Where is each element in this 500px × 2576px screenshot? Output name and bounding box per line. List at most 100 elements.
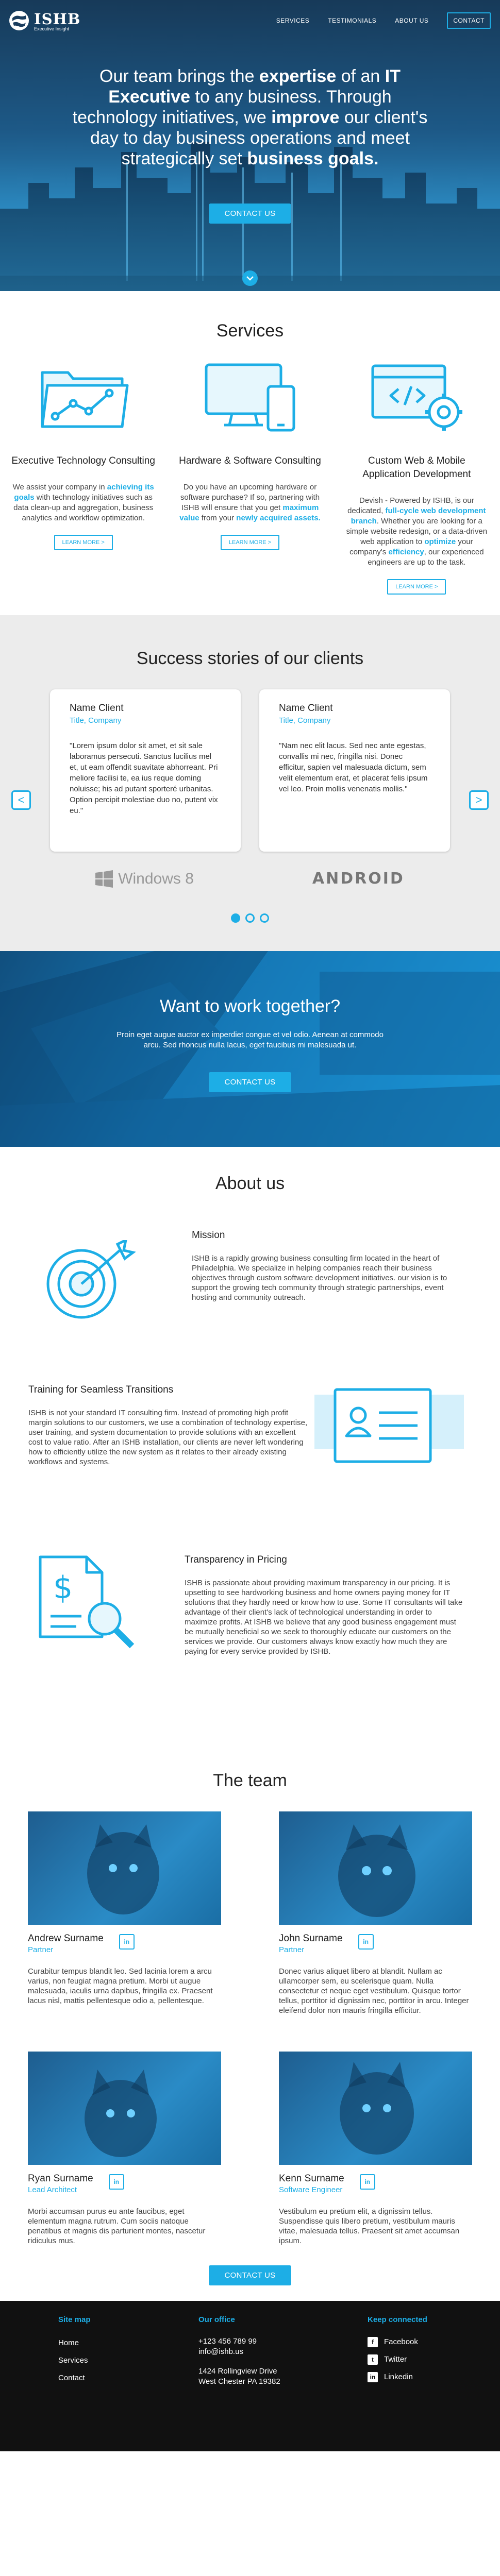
devices-icon bbox=[178, 361, 322, 433]
footer-link-services[interactable]: Services bbox=[58, 2352, 91, 2369]
social-heading: Keep connected bbox=[368, 2315, 427, 2324]
footer-office: Our office +123 456 789 99 info@ishb.us … bbox=[198, 2315, 280, 2387]
client-name: Name Client bbox=[70, 703, 124, 714]
work-together-heading: Want to work together? bbox=[159, 996, 341, 1016]
twitter-link[interactable]: t Twitter bbox=[368, 2351, 427, 2368]
linkedin-icon[interactable]: in bbox=[359, 2174, 375, 2190]
linkedin-link[interactable]: in Linkedin bbox=[368, 2368, 427, 2386]
service-card-hardware: Hardware & Software Consulting Do you ha… bbox=[166, 361, 333, 595]
service-title: Hardware & Software Consulting bbox=[179, 455, 321, 466]
linkedin-icon[interactable]: in bbox=[358, 1934, 374, 1950]
carousel-dot[interactable] bbox=[260, 913, 269, 923]
testimonial-card: Name Client Title, Company "Nam nec elit… bbox=[259, 689, 450, 852]
office-address-line: West Chester PA 19382 bbox=[198, 2377, 280, 2386]
windows-logo-text: Windows 8 bbox=[118, 870, 194, 887]
nav-about-link[interactable]: ABOUT US bbox=[395, 17, 428, 24]
footer-sitemap: Site map Home Services Contact bbox=[58, 2315, 91, 2387]
carousel-prev-button[interactable]: < bbox=[11, 790, 31, 810]
member-bio: Morbi accumsan purus eu ante faucibus, e… bbox=[28, 2207, 206, 2245]
document-dollar-search-icon: $ bbox=[35, 1554, 138, 1655]
text-segment: Our team brings the bbox=[99, 66, 259, 86]
service-card-webdev: Custom Web & Mobile Application Developm… bbox=[334, 361, 500, 595]
service-description: We assist your company in achieving its … bbox=[11, 482, 155, 523]
nav-testimonials-link[interactable]: TESTIMONIALS bbox=[328, 17, 376, 24]
text-segment: of an bbox=[336, 66, 385, 86]
member-photo bbox=[28, 2052, 221, 2165]
team-heading: The team bbox=[213, 1771, 287, 1790]
carousel-dot[interactable] bbox=[245, 913, 255, 923]
member-name: Ryan Surname bbox=[28, 2173, 93, 2184]
work-together-section: Want to work together? Proin eget augue … bbox=[0, 951, 500, 1147]
hero-emphasis: expertise bbox=[259, 66, 337, 86]
services-section: Services Executive Technology Consulting… bbox=[0, 291, 500, 615]
linkedin-footer-icon: in bbox=[368, 2372, 378, 2382]
svg-text:$: $ bbox=[53, 1570, 73, 1606]
text-segment: from your bbox=[199, 514, 237, 522]
main-menu: SERVICES TESTIMONIALS ABOUT US CONTACT bbox=[276, 12, 491, 29]
office-heading: Our office bbox=[198, 2315, 235, 2324]
member-photo bbox=[279, 2052, 472, 2165]
carousel-next-button[interactable]: > bbox=[469, 790, 489, 810]
service-description: Devish - Powered by ISHB, is our dedicat… bbox=[345, 496, 489, 568]
team-member-card: Andrew Surname Partner in Curabitur temp… bbox=[28, 1811, 221, 2015]
member-role: Partner bbox=[279, 1945, 305, 1954]
office-address-line: 1424 Rollingview Drive bbox=[198, 2367, 277, 2376]
service-highlight: newly acquired assets. bbox=[236, 514, 321, 522]
service-title: Custom Web & Mobile Application Developm… bbox=[362, 455, 471, 480]
member-bio: Curabitur tempus blandit leo. Sed lacini… bbox=[28, 1967, 213, 2005]
learn-more-button[interactable]: LEARN MORE > bbox=[220, 535, 280, 550]
about-text: ISHB is passionate about providing maxim… bbox=[185, 1579, 463, 1656]
work-together-contact-button[interactable]: CONTACT US bbox=[209, 1072, 291, 1092]
services-heading: Services bbox=[216, 321, 284, 341]
about-heading: About us bbox=[215, 1174, 285, 1193]
member-photo bbox=[28, 1811, 221, 1925]
service-highlight: optimize bbox=[424, 537, 456, 546]
team-member-card: John Surname Partner in Donec varius ali… bbox=[279, 1811, 472, 2015]
presentation-board-icon bbox=[314, 1384, 464, 1475]
office-email[interactable]: info@ishb.us bbox=[198, 2347, 280, 2357]
about-training-row: Training for Seamless Transitions ISHB i… bbox=[0, 1384, 500, 1554]
facebook-icon: f bbox=[368, 2337, 378, 2347]
globe-logo-icon bbox=[9, 11, 29, 30]
facebook-link[interactable]: f Facebook bbox=[368, 2333, 427, 2351]
carousel-dots bbox=[0, 913, 500, 923]
testimonial-card: Name Client Title, Company "Lorem ipsum … bbox=[50, 689, 241, 852]
team-contact-button[interactable]: CONTACT US bbox=[209, 2265, 291, 2285]
twitter-icon: t bbox=[368, 2354, 378, 2365]
about-mission-row: Mission ISHB is a rapidly growing busine… bbox=[0, 1214, 500, 1384]
target-icon bbox=[35, 1238, 138, 1325]
learn-more-button[interactable]: LEARN MORE > bbox=[387, 579, 446, 595]
client-quote: "Nam nec elit lacus. Sed nec ante egesta… bbox=[279, 741, 428, 793]
member-name: Kenn Surname bbox=[279, 2173, 344, 2184]
linkedin-icon[interactable]: in bbox=[108, 2174, 124, 2190]
learn-more-button[interactable]: LEARN MORE > bbox=[54, 535, 113, 550]
about-section: About us Mission ISHB is a rapidly growi… bbox=[0, 1147, 500, 1760]
nav-contact-button[interactable]: CONTACT bbox=[447, 12, 491, 29]
member-role: Lead Architect bbox=[28, 2185, 77, 2194]
footer-link-home[interactable]: Home bbox=[58, 2334, 91, 2352]
team-section: The team Andrew Surname Partner in Curab… bbox=[0, 1760, 500, 2301]
android-logo: ANDROID bbox=[312, 870, 405, 888]
member-name: John Surname bbox=[279, 1933, 343, 1944]
hero-section: ISHB Executive Insight SERVICES TESTIMON… bbox=[0, 0, 500, 291]
twitter-label: Twitter bbox=[384, 2355, 407, 2364]
about-pricing-row: $ Transparency in Pricing ISHB is passio… bbox=[0, 1554, 500, 1740]
service-highlight: efficiency bbox=[388, 548, 424, 556]
nav-services-link[interactable]: SERVICES bbox=[276, 17, 309, 24]
service-title: Executive Technology Consulting bbox=[11, 455, 155, 466]
brand-logo[interactable]: ISHB Executive Insight bbox=[9, 10, 80, 31]
member-role: Software Engineer bbox=[279, 2185, 343, 2194]
carousel-dot[interactable] bbox=[231, 913, 240, 923]
linkedin-icon[interactable]: in bbox=[119, 1934, 135, 1950]
hero-contact-button[interactable]: CONTACT US bbox=[209, 204, 291, 224]
scroll-down-button[interactable] bbox=[242, 270, 258, 286]
client-quote: "Lorem ipsum dolor sit amet, et sit sale… bbox=[70, 741, 218, 815]
windows-logo: Windows 8 bbox=[95, 870, 194, 888]
service-description: Do you have an upcoming hardware or soft… bbox=[178, 482, 322, 523]
work-together-text: Proin eget augue auctor ex imperdiet con… bbox=[116, 1030, 384, 1049]
sitemap-heading: Site map bbox=[58, 2315, 91, 2324]
testimonials-heading: Success stories of our clients bbox=[136, 649, 364, 668]
member-bio: Donec varius aliquet libero at blandit. … bbox=[279, 1967, 469, 2015]
footer-link-contact[interactable]: Contact bbox=[58, 2369, 91, 2387]
hero-headline: Our team brings the expertise of an IT E… bbox=[67, 66, 433, 169]
